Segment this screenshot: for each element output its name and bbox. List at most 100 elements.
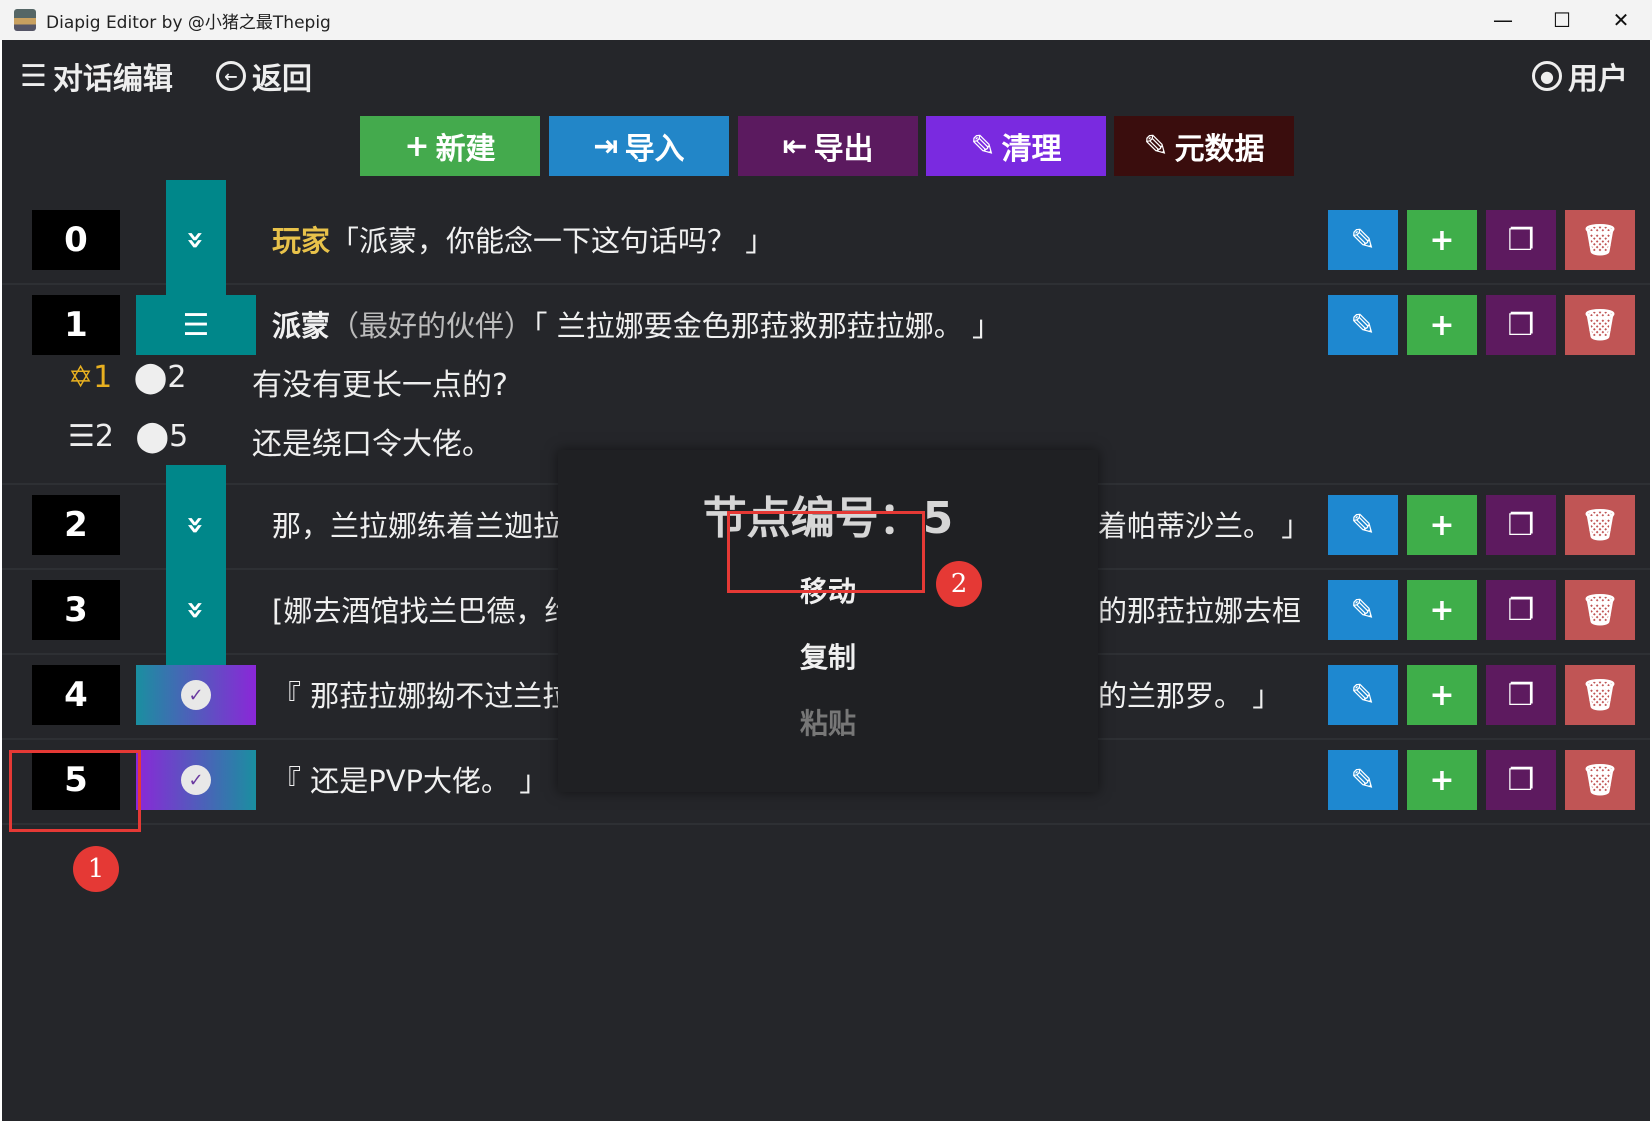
metadata-button[interactable]: ✎ 元数据 [1114, 116, 1294, 176]
add-button[interactable]: + [1407, 665, 1477, 725]
user-button[interactable]: ● 用户 [1532, 54, 1628, 98]
edit-button[interactable]: ✎ [1328, 580, 1398, 640]
copy-menu-item[interactable]: 复制 [558, 636, 1098, 676]
delete-button[interactable]: 🗑 [1565, 750, 1635, 810]
back-button[interactable]: ← 返回 [216, 54, 312, 98]
edit-button[interactable]: ✎ [1328, 750, 1398, 810]
type-badge[interactable]: ✓ [136, 750, 256, 810]
pencil-icon: ✎ [1143, 128, 1169, 164]
dialog-text: 『 还是PVP大佬。 」 [272, 764, 549, 798]
dialog-text-right: 着帕蒂沙兰。 」 [1098, 509, 1311, 543]
node-index[interactable]: 4 [32, 665, 120, 725]
edit-button[interactable]: ✎ [1328, 210, 1398, 270]
type-badge[interactable]: ✓ [136, 665, 256, 725]
option-text: 还是绕口令大佬。 [252, 427, 492, 462]
option-row[interactable]: ☰2 ⬤5 还是绕口令大佬。 [68, 419, 492, 462]
chevron-down-icon[interactable]: » [166, 550, 226, 670]
delete-button[interactable]: 🗑 [1565, 665, 1635, 725]
clean-label: 清理 [1001, 132, 1062, 167]
export-button[interactable]: ⇤ 导出 [738, 116, 918, 176]
file-export-icon: ⇤ [782, 128, 808, 164]
new-button[interactable]: + 新建 [360, 116, 540, 176]
node-index[interactable]: 2 [32, 495, 120, 555]
paste-menu-item[interactable]: 粘贴 [558, 702, 1098, 742]
highlight-box-move [727, 511, 925, 593]
copy-button[interactable]: ❐ [1486, 295, 1556, 355]
delete-button[interactable]: 🗑 [1565, 210, 1635, 270]
copy-button[interactable]: ❐ [1486, 750, 1556, 810]
row-actions: ✎ + ❐ 🗑 [1328, 580, 1635, 640]
dialog-line: 玩家「派蒙，你能念一下这句话吗？ 」 [272, 218, 774, 260]
dialog-line: 派蒙（最好的伙伴）「 兰拉娜要金色那菈救那菈拉娜。 」 [272, 303, 1001, 345]
list-icon: ☰ [68, 419, 95, 454]
edit-button[interactable]: ✎ [1328, 495, 1398, 555]
add-button[interactable]: + [1407, 580, 1477, 640]
chevron-down-icon[interactable]: » [166, 180, 226, 300]
edit-button[interactable]: ✎ [1328, 665, 1398, 725]
option-row[interactable]: ✡1 ⬤2 有没有更长一点的? [68, 360, 508, 403]
map-pin-icon: ⬤ [133, 360, 168, 395]
menu-button[interactable]: ☰ 对话编辑 [20, 54, 173, 98]
edit-button[interactable]: ✎ [1328, 295, 1398, 355]
broom-icon: ✎ [970, 128, 996, 164]
speaker-note: （最好的伙伴） [330, 309, 534, 343]
app-icon [14, 9, 36, 31]
map-pin-icon: ⬤ [135, 419, 170, 454]
step-badge-2: 2 [936, 561, 982, 607]
app-body: ☰ 对话编辑 ← 返回 ● 用户 + 新建 ⇥ 导入 ⇤ 导出 ✎ 清理 ✎ 元… [2, 40, 1650, 1121]
delete-button[interactable]: 🗑 [1565, 580, 1635, 640]
back-label: 返回 [252, 62, 312, 97]
user-label: 用户 [1568, 62, 1628, 97]
maximize-button[interactable]: ☐ [1533, 0, 1591, 40]
add-button[interactable]: + [1407, 295, 1477, 355]
option-target: 2 [167, 360, 187, 395]
speaker-name: 派蒙 [272, 309, 331, 343]
copy-button[interactable]: ❐ [1486, 210, 1556, 270]
highlight-box-node-5 [9, 750, 141, 832]
node-context-menu: 节点编号：5 移动 复制 粘贴 [558, 450, 1098, 792]
row-actions: ✎ + ❐ 🗑 [1328, 750, 1635, 810]
copy-button[interactable]: ❐ [1486, 580, 1556, 640]
node-index[interactable]: 3 [32, 580, 120, 640]
row-actions: ✎ + ❐ 🗑 [1328, 495, 1635, 555]
add-button[interactable]: + [1407, 210, 1477, 270]
row-actions: ✎ + ❐ 🗑 [1328, 295, 1635, 355]
star-icon: ✡ [68, 360, 94, 395]
add-button[interactable]: + [1407, 750, 1477, 810]
list-icon[interactable]: ☰ [136, 295, 256, 355]
metadata-label: 元数据 [1174, 132, 1265, 167]
close-button[interactable]: ✕ [1592, 0, 1650, 40]
node-index[interactable]: 0 [32, 210, 120, 270]
node-index[interactable]: 1 [32, 295, 120, 355]
dialog-text-left: 那，兰拉娜练着兰迦拉 [272, 509, 563, 543]
row-actions: ✎ + ❐ 🗑 [1328, 665, 1635, 725]
dialog-text-right: 的兰那罗。 」 [1098, 679, 1282, 713]
export-label: 导出 [813, 132, 874, 167]
import-button[interactable]: ⇥ 导入 [549, 116, 729, 176]
add-button[interactable]: + [1407, 495, 1477, 555]
copy-button[interactable]: ❐ [1486, 495, 1556, 555]
import-label: 导入 [624, 132, 685, 167]
new-label: 新建 [435, 132, 496, 167]
dialog-text-left: [娜去酒馆找兰巴德，约 [272, 594, 574, 628]
step-badge-1: 1 [73, 846, 119, 892]
option-count: 1 [93, 360, 113, 395]
copy-button[interactable]: ❐ [1486, 665, 1556, 725]
row-actions: ✎ + ❐ 🗑 [1328, 210, 1635, 270]
window-titlebar: Diapig Editor by @小猪之最Thepig — ☐ ✕ [0, 0, 1652, 40]
dialog-text: 「 兰拉娜要金色那菈救那菈拉娜。 」 [533, 309, 1001, 343]
minimize-button[interactable]: — [1474, 0, 1532, 40]
option-count: 2 [94, 419, 114, 454]
check-circle-icon: ✓ [181, 765, 211, 795]
menu-label: 对话编辑 [52, 62, 173, 97]
option-text: 有没有更长一点的? [252, 368, 508, 403]
dialog-row: 0 » 玩家「派蒙，你能念一下这句话吗？ 」 ✎ + ❐ 🗑 [2, 180, 1650, 300]
check-circle-icon: ✓ [181, 680, 211, 710]
delete-button[interactable]: 🗑 [1565, 495, 1635, 555]
user-icon: ● [1532, 61, 1562, 91]
clean-button[interactable]: ✎ 清理 [926, 116, 1106, 176]
hamburger-icon: ☰ [20, 58, 47, 94]
speaker-name: 玩家 [272, 224, 331, 258]
delete-button[interactable]: 🗑 [1565, 295, 1635, 355]
dialog-text-left: 『 那菈拉娜拗不过兰拉 [272, 679, 572, 713]
